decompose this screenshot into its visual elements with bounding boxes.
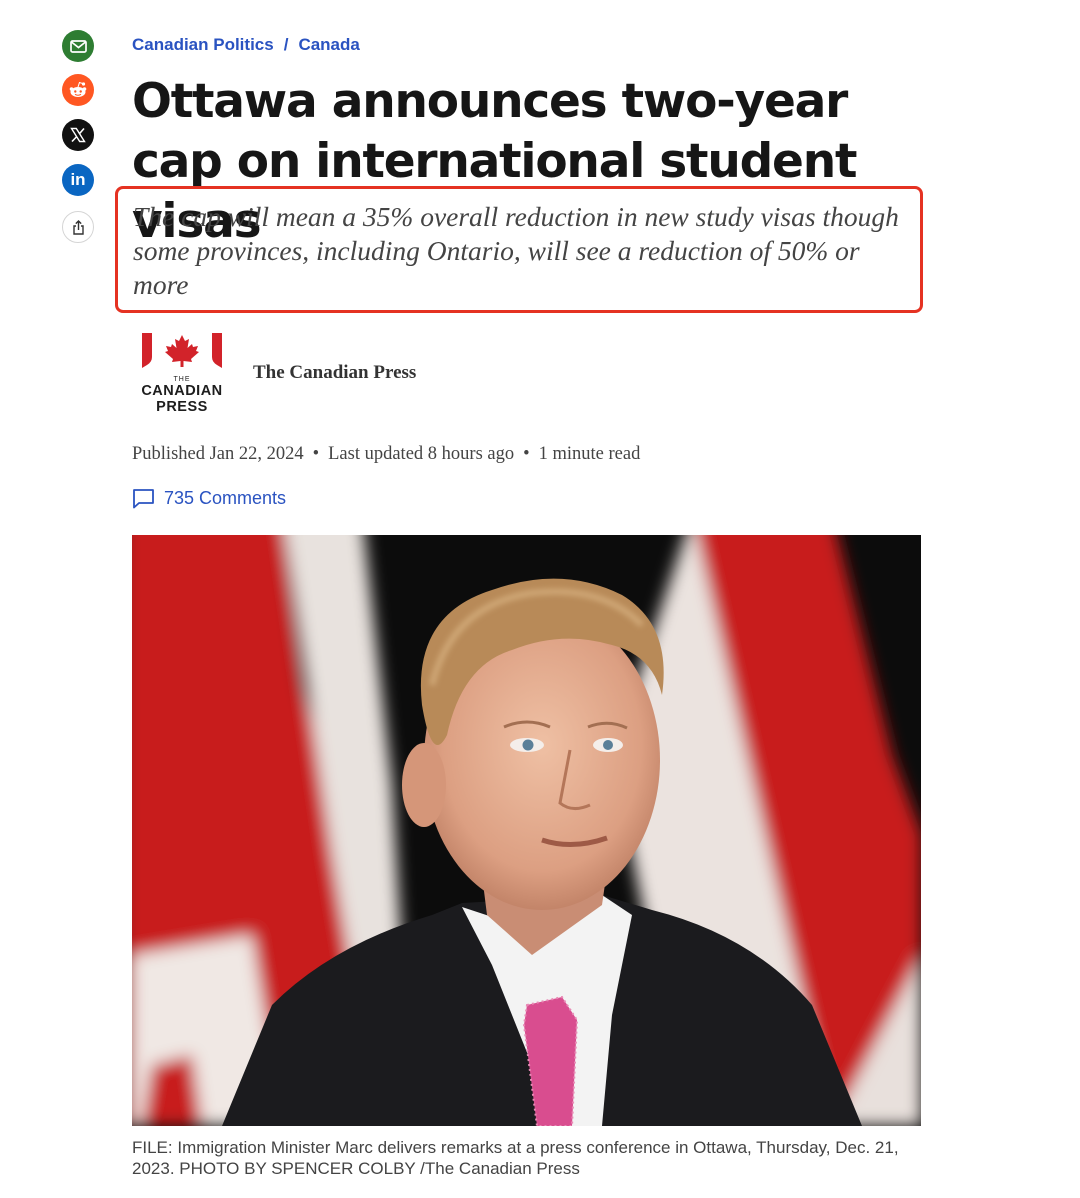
logo-line2-text: PRESS [156,399,208,415]
maple-leaf-logo-icon [142,333,222,368]
canadian-press-logo[interactable]: THE CANADIAN PRESS [138,332,226,422]
article-deck: The cap will mean a 35% overall reductio… [133,201,899,300]
breadcrumb-subsection-link[interactable]: Canada [298,35,359,54]
logo-the-text: THE [173,376,191,383]
share-linkedin-button[interactable]: in [62,164,94,196]
published-date: Published Jan 22, 2024 [132,444,304,464]
photo-illustration [132,535,921,1126]
meta-separator: • [312,444,320,464]
photo-caption: FILE: Immigration Minister Marc delivers… [132,1138,899,1178]
breadcrumb-separator: / [283,35,289,54]
share-icon [72,219,84,235]
share-email-button[interactable] [62,30,94,62]
comment-bubble-icon [133,489,154,509]
read-time: 1 minute read [538,444,641,464]
comments-count: 735 Comments [164,488,287,508]
article-meta: Published Jan 22, 2024 • Last updated 8 ho… [132,444,640,465]
comments-link[interactable]: 735 Comments [132,488,286,509]
share-reddit-button[interactable] [62,74,94,106]
article-photo[interactable] [132,535,921,1126]
linkedin-icon: in [70,170,86,189]
breadcrumb-section-link[interactable]: Canadian Politics [132,35,274,54]
meta-separator: • [523,444,530,464]
reddit-icon [69,81,87,97]
author-name-link[interactable]: The Canadian Press [253,362,416,384]
logo-line1-text: CANADIAN [141,383,223,399]
email-icon [69,39,87,53]
x-icon [70,127,86,143]
last-updated: Last updated 8 hours ago [328,444,515,464]
share-more-button[interactable] [62,211,94,243]
share-x-button[interactable] [62,119,94,151]
breadcrumb: Canadian Politics / Canada [132,35,360,55]
